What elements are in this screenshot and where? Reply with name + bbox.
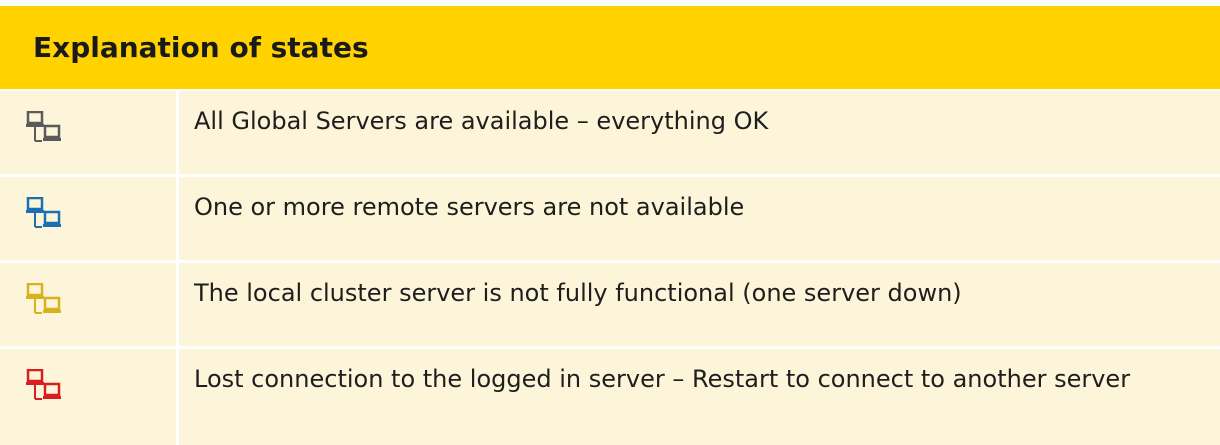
state-row-ok: All Global Servers are available – every… [0,91,1220,174]
state-row-remote-unavailable: One or more remote servers are not avail… [0,177,1220,260]
state-row-connection-lost: Lost connection to the logged in server … [0,349,1220,445]
state-description: The local cluster server is not fully fu… [194,279,962,307]
state-description: All Global Servers are available – every… [194,107,769,135]
state-description: Lost connection to the logged in server … [194,365,1131,393]
network-servers-blue-icon [26,197,61,228]
network-servers-red-icon [26,369,61,400]
network-servers-gray-icon [26,111,61,142]
state-description: One or more remote servers are not avail… [194,193,745,221]
table-title: Explanation of states [33,31,369,64]
network-servers-yellow-icon [26,283,61,314]
table-header: Explanation of states [0,6,1220,89]
state-row-cluster-degraded: The local cluster server is not fully fu… [0,263,1220,346]
